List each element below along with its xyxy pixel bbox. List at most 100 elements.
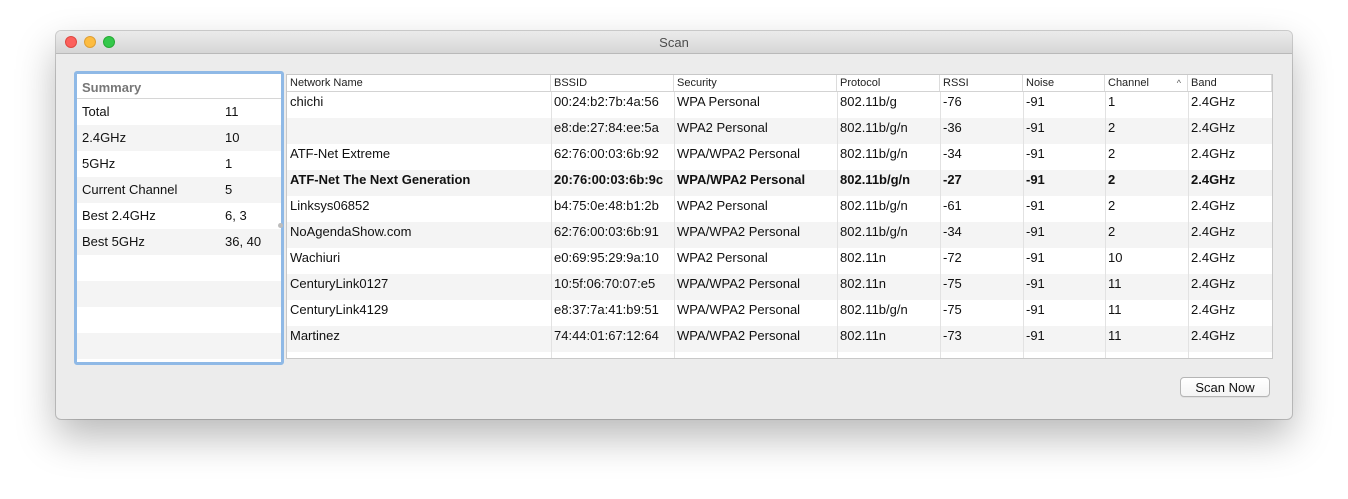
table-row[interactable]: Wachiuri e0:69:95:29:9a:10 WPA2 Personal 80… [287,248,1272,274]
summary-row[interactable]: Total 11 [77,99,281,125]
scan-now-button[interactable]: Scan Now [1180,377,1270,397]
table-cell-protocol: 802.11n [840,328,887,343]
table-cell-channel: 11 [1108,328,1122,343]
table-row[interactable]: ATF-Net The Next Generation 20:76:00:03:6… [287,170,1272,196]
column-header-rssi[interactable]: RSSI [940,75,1023,91]
table-cell-protocol: 802.11b/g/n [840,224,908,239]
column-header-network-name[interactable]: Network Name [287,75,551,91]
table-cell-noise: -91 [1026,120,1045,135]
window-title: Scan [659,35,689,50]
summary-label: 2.4GHz [82,130,127,145]
sort-ascending-icon: ^ [1176,78,1181,88]
column-separator [674,92,675,358]
table-cell-network-name: CenturyLink4129 [290,302,389,317]
table-cell-channel: 11 [1108,302,1122,317]
table-cell-noise: -91 [1026,250,1045,265]
summary-list: Total 11 2.4GHz 10 5GHz 1 Current Channel 5 Best… [77,99,281,359]
table-header: Network Name BSSID Security Protocol RSSI Noi… [287,75,1272,92]
summary-value: 5 [225,182,233,197]
table-cell-noise: -91 [1026,172,1045,187]
column-separator [1105,92,1106,358]
table-row[interactable]: chichi 00:24:b2:7b:4a:56 WPA Personal 802.1… [287,92,1272,118]
table-cell-bssid: 62:76:00:03:6b:92 [554,146,659,161]
table-row[interactable]: Linksys06852 b4:75:0e:48:b1:2b WPA2 Person… [287,196,1272,222]
column-header-label: RSSI [943,77,969,89]
table-cell-channel: 2 [1108,198,1116,213]
summary-row[interactable]: Best 2.4GHz 6, 3 [77,203,281,229]
table-cell-protocol: 802.11b/g/n [840,120,908,135]
table-cell-network-name: Martinez [290,328,340,343]
table-cell-bssid: 10:5f:06:70:07:e5 [554,276,656,291]
summary-row[interactable]: 5GHz 1 [77,151,281,177]
table-cell-security: WPA/WPA2 Personal [677,224,801,239]
table-row[interactable]: CenturyLink4129 e8:37:7a:41:b9:51 WPA/WPA2… [287,300,1272,326]
table-cell-rssi: -72 [943,250,962,265]
summary-row[interactable] [77,255,281,281]
table-cell-bssid: b4:75:0e:48:b1:2b [554,198,659,213]
table-cell-rssi: -34 [943,146,962,161]
table-row[interactable]: NoAgendaShow.com 62:76:00:03:6b:91 WPA/WPA… [287,222,1272,248]
table-body: chichi 00:24:b2:7b:4a:56 WPA Personal 802.1… [287,92,1272,352]
table-cell-security: WPA/WPA2 Personal [677,302,801,317]
table-cell-bssid: e0:69:95:29:9a:10 [554,250,659,265]
column-separator [837,92,838,358]
table-cell-network-name: ATF-Net Extreme [290,146,391,161]
table-row[interactable]: ATF-Net Extreme 62:76:00:03:6b:92 WPA/WPA2… [287,144,1272,170]
table-cell-bssid: 20:76:00:03:6b:9c [554,172,664,187]
table-cell-rssi: -36 [943,120,962,135]
column-header-noise[interactable]: Noise [1023,75,1105,91]
table-cell-network-name: CenturyLink0127 [290,276,389,291]
summary-row[interactable]: Current Channel 5 [77,177,281,203]
table-cell-protocol: 802.11b/g/n [840,146,908,161]
table-cell-noise: -91 [1026,198,1045,213]
table-cell-network-name: ATF-Net The Next Generation [290,172,471,187]
table-cell-protocol: 802.11b/g/n [840,198,908,213]
column-header-channel[interactable]: Channel ^ [1105,75,1188,91]
column-header-band[interactable]: Band [1188,75,1272,91]
table-cell-protocol: 802.11b/g [840,94,897,109]
table-cell-band: 2.4GHz [1191,146,1236,161]
summary-row[interactable] [77,333,281,359]
summary-label: Current Channel [82,182,178,197]
summary-value: 6, 3 [225,208,247,223]
table-row[interactable]: CenturyLink0127 10:5f:06:70:07:e5 WPA/WPA2… [287,274,1272,300]
summary-row[interactable]: 2.4GHz 10 [77,125,281,151]
table-cell-rssi: -76 [943,94,962,109]
table-cell-noise: -91 [1026,146,1045,161]
scan-window: Scan Summary Total 11 2.4GHz 10 5GHz 1 Current… [56,31,1292,419]
table-cell-protocol: 802.11n [840,250,887,265]
table-cell-protocol: 802.11n [840,276,887,291]
table-cell-network-name: NoAgendaShow.com [290,224,412,239]
table-cell-bssid: 62:76:00:03:6b:91 [554,224,659,239]
table-cell-noise: -91 [1026,302,1045,317]
table-cell-band: 2.4GHz [1191,94,1236,109]
table-cell-rssi: -61 [943,198,962,213]
table-row[interactable]: e8:de:27:84:ee:5a WPA2 Personal 802.11b/g/… [287,118,1272,144]
table-cell-security: WPA/WPA2 Personal [677,276,801,291]
column-header-label: Security [677,77,717,89]
summary-row[interactable] [77,281,281,307]
table-cell-band: 2.4GHz [1191,172,1236,187]
summary-label: Best 2.4GHz [82,208,156,223]
summary-row[interactable] [77,307,281,333]
table-cell-noise: -91 [1026,328,1045,343]
table-cell-band: 2.4GHz [1191,302,1236,317]
table-cell-protocol: 802.11b/g/n [840,302,908,317]
column-header-protocol[interactable]: Protocol [837,75,940,91]
summary-header: Summary [77,74,281,99]
table-row[interactable]: Martinez 74:44:01:67:12:64 WPA/WPA2 Person… [287,326,1272,352]
networks-table[interactable]: Network Name BSSID Security Protocol RSSI Noi… [286,74,1273,359]
column-separator [1188,92,1189,358]
split-view-divider-handle[interactable] [278,223,283,228]
summary-panel[interactable]: Summary Total 11 2.4GHz 10 5GHz 1 Current Chan… [74,71,284,365]
title-bar[interactable]: Scan [56,31,1292,54]
column-header-bssid[interactable]: BSSID [551,75,674,91]
column-header-security[interactable]: Security [674,75,837,91]
table-cell-channel: 2 [1108,224,1116,239]
table-cell-channel: 1 [1108,94,1116,109]
table-cell-bssid: e8:de:27:84:ee:5a [554,120,659,135]
table-cell-rssi: -75 [943,302,962,317]
table-cell-network-name: chichi [290,94,324,109]
summary-row[interactable]: Best 5GHz 36, 40 [77,229,281,255]
table-cell-band: 2.4GHz [1191,120,1236,135]
